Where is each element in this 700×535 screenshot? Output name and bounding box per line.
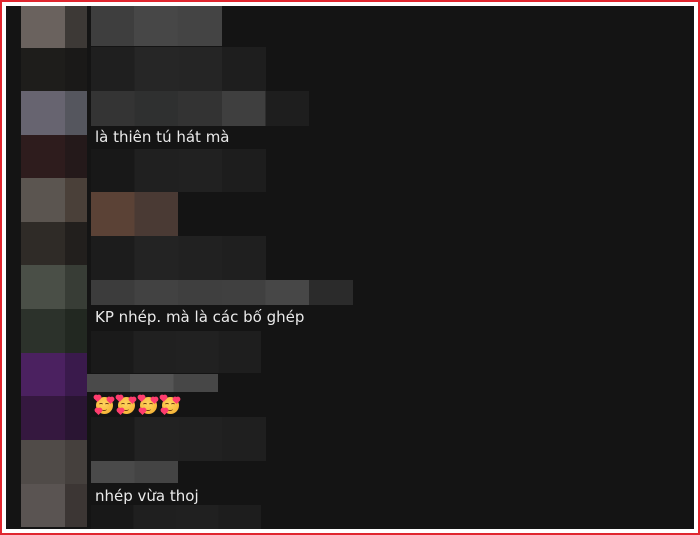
avatar (65, 440, 87, 484)
blurred-comment-meta (91, 149, 266, 192)
smiling-face-with-hearts-icon (115, 394, 137, 416)
blurred-username[interactable] (91, 91, 309, 126)
blurred-comment-meta (91, 505, 261, 529)
avatar (21, 135, 65, 178)
avatar (65, 484, 87, 527)
avatar (65, 135, 87, 178)
blurred-username[interactable] (87, 374, 218, 392)
smiling-face-with-hearts-icon (159, 394, 181, 416)
avatar (65, 222, 87, 265)
emoji-comment (93, 394, 181, 416)
blurred-username[interactable] (91, 461, 178, 483)
avatar[interactable] (21, 178, 65, 222)
avatar (65, 91, 87, 135)
avatar (21, 484, 65, 527)
avatar (65, 309, 87, 353)
comment-text: là thiên tú hát mà (95, 128, 230, 146)
comment-text: nhép vừa thoj (95, 487, 199, 505)
avatar (21, 48, 65, 91)
blurred-username[interactable] (91, 6, 222, 46)
blurred-username[interactable] (91, 192, 178, 236)
avatar[interactable] (21, 265, 65, 309)
screenshot-frame: là thiên tú hát mà KP nhép. mà là các bố… (0, 0, 700, 535)
avatar (65, 396, 87, 440)
avatar (65, 6, 87, 48)
avatar (21, 396, 65, 440)
avatar (65, 353, 87, 396)
avatar[interactable] (21, 353, 65, 396)
avatar[interactable] (21, 440, 65, 484)
blurred-comment-meta (91, 417, 266, 461)
blurred-comment-text (91, 47, 266, 91)
comment-feed: là thiên tú hát mà KP nhép. mà là các bố… (6, 6, 694, 529)
smiling-face-with-hearts-icon (93, 394, 115, 416)
avatar (65, 48, 87, 91)
avatar (65, 265, 87, 309)
avatar[interactable] (21, 6, 65, 48)
smiling-face-with-hearts-icon (137, 394, 159, 416)
comment-text: KP nhép. mà là các bố ghép (95, 308, 305, 326)
avatar (21, 309, 65, 353)
avatar (21, 222, 65, 265)
blurred-username[interactable] (91, 280, 353, 305)
blurred-comment-text (91, 236, 266, 280)
avatar (65, 178, 87, 222)
avatar[interactable] (21, 91, 65, 135)
blurred-comment-meta (91, 331, 261, 373)
